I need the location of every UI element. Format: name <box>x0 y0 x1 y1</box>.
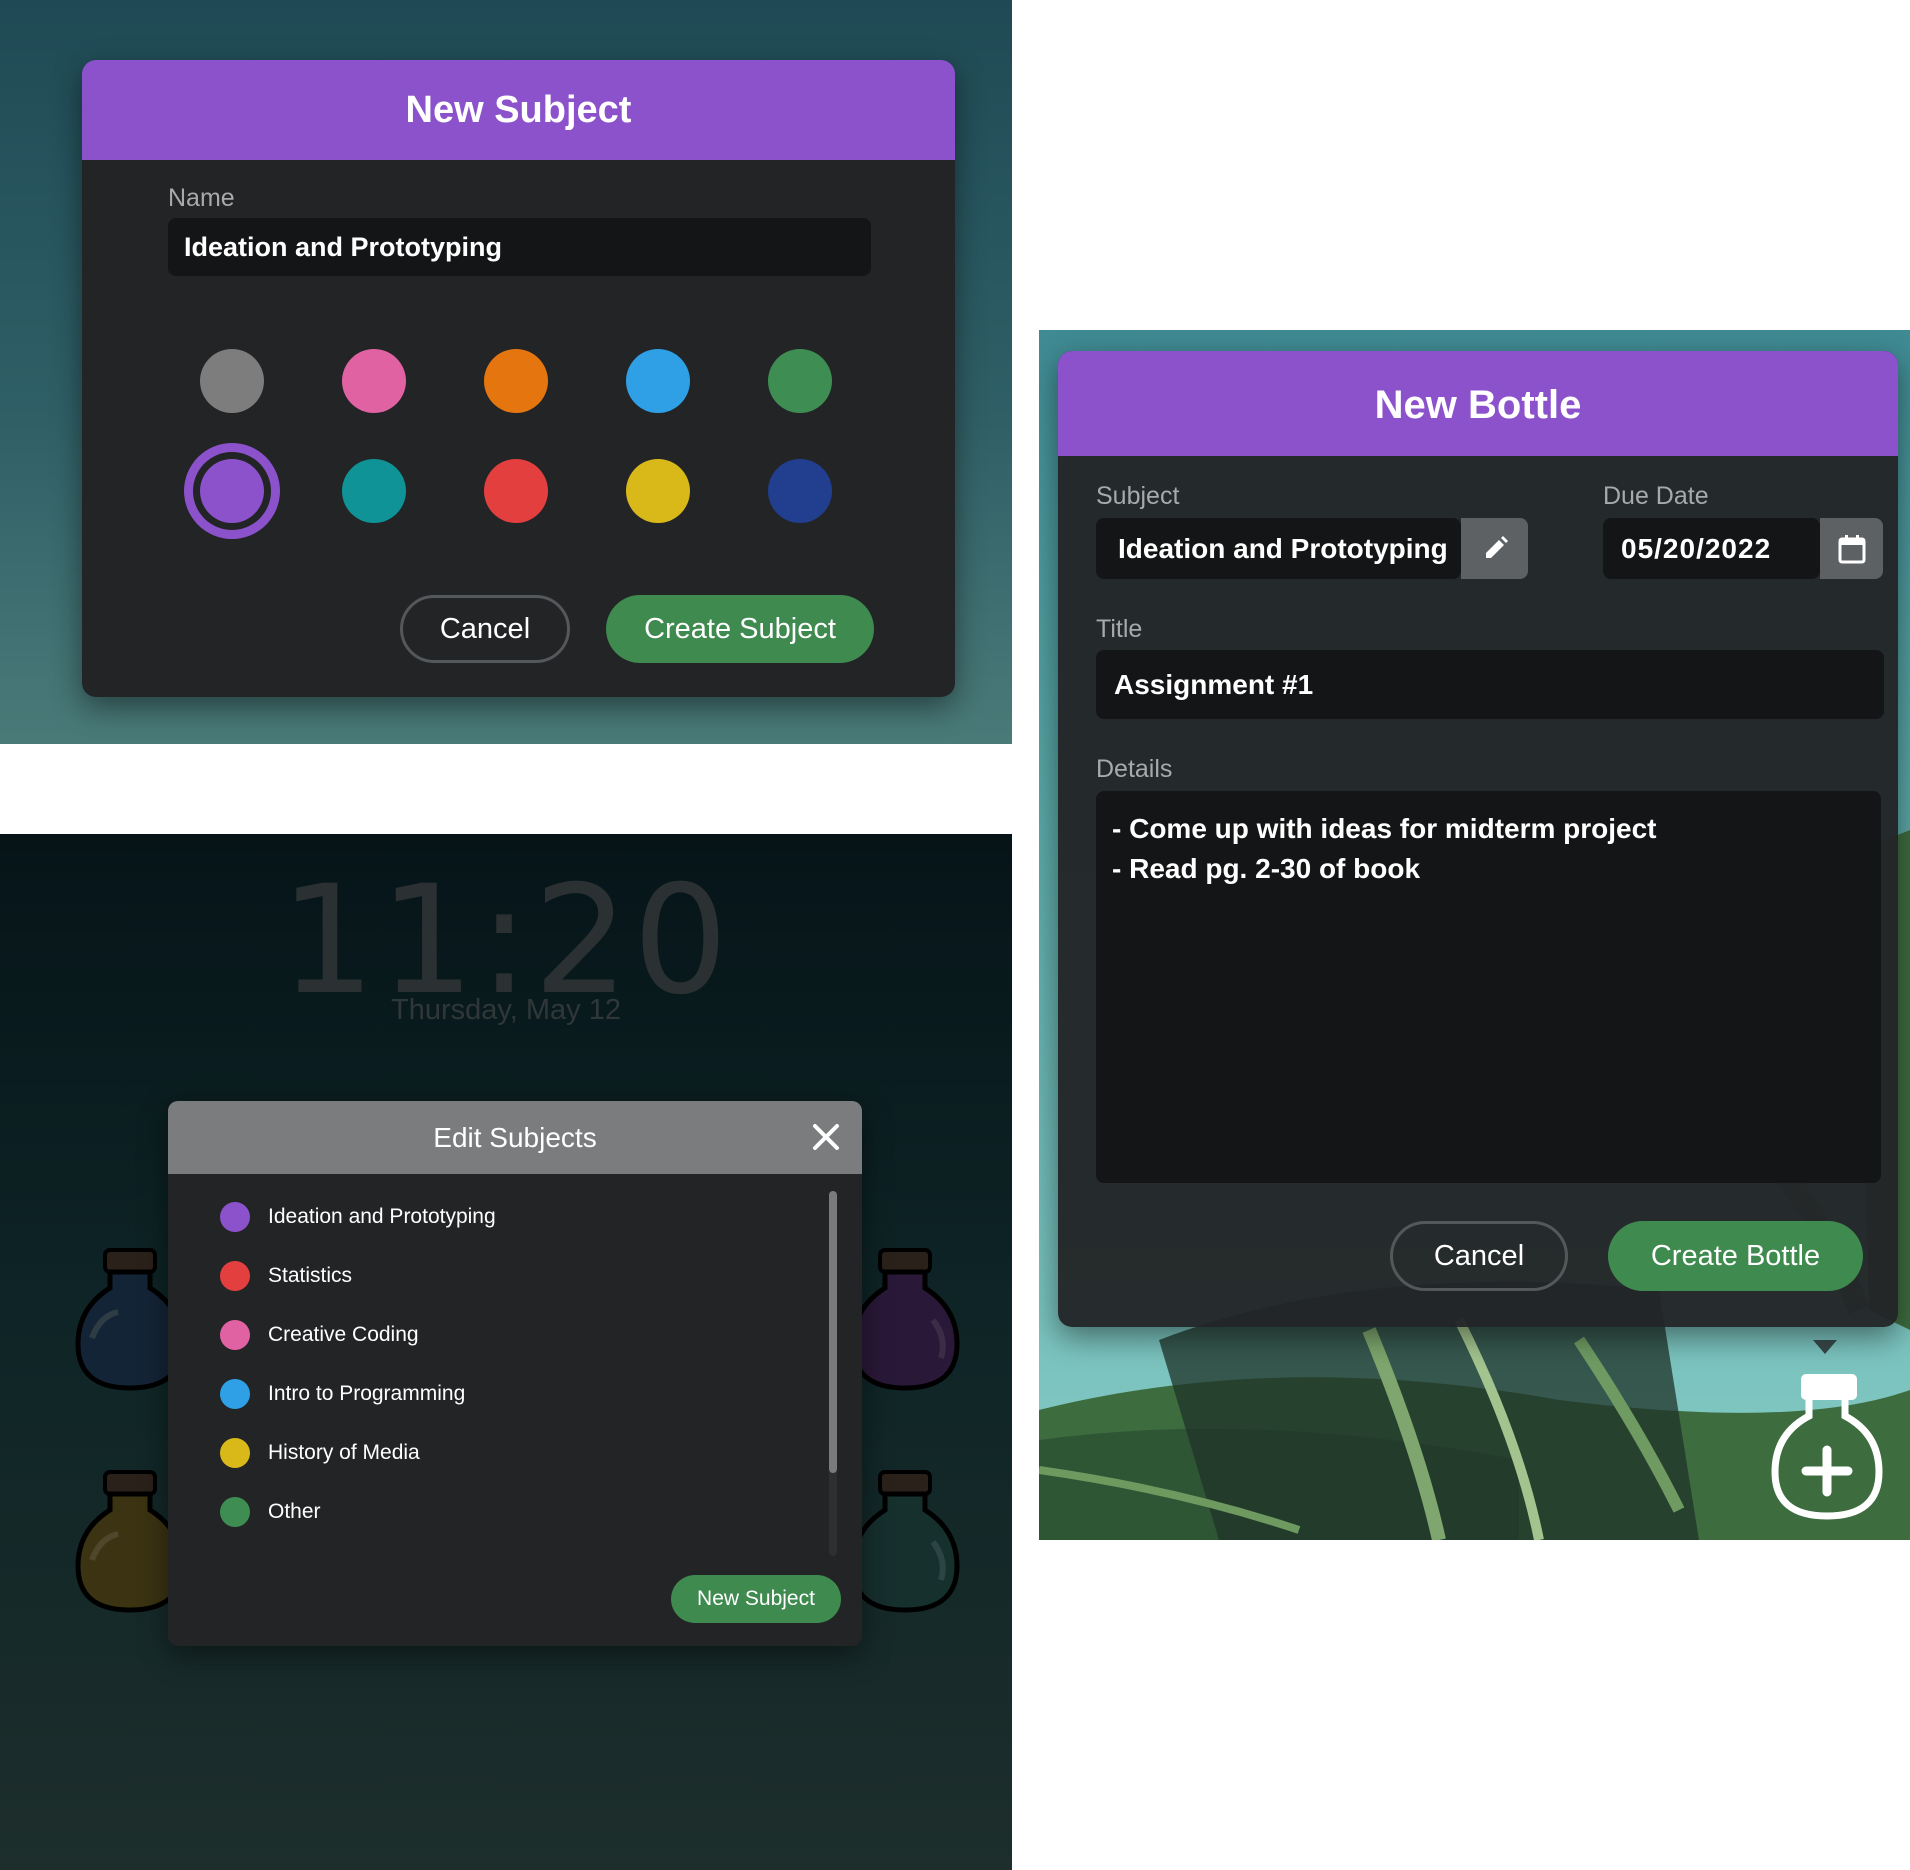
list-item[interactable]: Statistics <box>220 1256 352 1296</box>
details-line: - Come up with ideas for midterm project <box>1112 813 1657 844</box>
list-item[interactable]: Ideation and Prototyping <box>220 1197 496 1237</box>
jar-icon <box>850 1470 960 1613</box>
subject-label: Statistics <box>268 1264 353 1287</box>
edit-subjects-panel: 11:20 Thursday, May 12 Edit Subjects Ide… <box>0 834 1012 1870</box>
title-label: Title <box>1096 615 1143 643</box>
new-subject-panel: New Subject Name Ideation and Prototypin… <box>0 0 1012 744</box>
subject-label: Creative Coding <box>268 1323 419 1346</box>
new-subject-dialog: New Subject Name Ideation and Prototypin… <box>82 60 955 697</box>
scrollbar-thumb[interactable] <box>829 1191 837 1473</box>
dialog-title: New Subject <box>82 60 955 160</box>
subject-color-dot <box>220 1320 250 1350</box>
subject-color-dot <box>220 1379 250 1409</box>
jar-icon <box>850 1248 960 1391</box>
subject-label: Other <box>268 1500 321 1523</box>
color-swatch-purple[interactable] <box>200 459 264 523</box>
name-label: Name <box>168 184 235 212</box>
list-item[interactable]: Intro to Programming <box>220 1374 465 1414</box>
due-date-field[interactable]: 05/20/2022 <box>1603 518 1820 579</box>
color-swatch-yellow[interactable] <box>626 459 690 523</box>
name-field[interactable]: Ideation and Prototyping <box>168 218 871 276</box>
subject-label: Subject <box>1096 482 1180 510</box>
list-item[interactable]: Other <box>220 1492 321 1532</box>
details-label: Details <box>1096 755 1173 783</box>
edit-subject-button[interactable] <box>1461 518 1528 579</box>
list-item[interactable]: History of Media <box>220 1433 420 1473</box>
subject-color-dot <box>220 1202 250 1232</box>
list-item[interactable]: Creative Coding <box>220 1315 419 1355</box>
title-field[interactable]: Assignment #1 <box>1096 650 1884 719</box>
edit-subjects-dialog: Edit Subjects Ideation and Prototyping S… <box>168 1101 862 1646</box>
calendar-button[interactable] <box>1820 518 1883 579</box>
dialog-title: New Bottle <box>1058 351 1898 456</box>
subject-field[interactable]: Ideation and Prototyping <box>1096 518 1461 579</box>
clock-date: Thursday, May 12 <box>391 994 621 1026</box>
cancel-button[interactable]: Cancel <box>1390 1221 1568 1291</box>
add-bottle-icon[interactable] <box>1765 1332 1890 1524</box>
close-icon[interactable] <box>812 1123 840 1151</box>
new-bottle-dialog: New Bottle Subject Ideation and Prototyp… <box>1058 351 1898 1327</box>
subject-color-dot <box>220 1261 250 1291</box>
details-line: - Read pg. 2-30 of book <box>1112 853 1421 884</box>
dialog-title: Edit Subjects <box>433 1122 597 1153</box>
color-swatch-green[interactable] <box>768 349 832 413</box>
calendar-icon <box>1838 534 1865 563</box>
pencil-icon <box>1485 535 1508 558</box>
new-bottle-panel: New Bottle Subject Ideation and Prototyp… <box>1039 330 1910 1540</box>
color-swatch-blue[interactable] <box>626 349 690 413</box>
color-swatch-gray[interactable] <box>200 349 264 413</box>
cancel-button[interactable]: Cancel <box>400 595 570 663</box>
due-date-label: Due Date <box>1603 482 1709 510</box>
color-swatch-pink[interactable] <box>342 349 406 413</box>
details-field[interactable]: - Come up with ideas for midterm project… <box>1096 791 1881 1183</box>
color-swatch-red[interactable] <box>484 459 548 523</box>
color-swatch-orange[interactable] <box>484 349 548 413</box>
subject-label: Intro to Programming <box>268 1382 466 1405</box>
color-swatch-teal[interactable] <box>342 459 406 523</box>
subject-label: History of Media <box>268 1441 420 1464</box>
color-swatch-navy[interactable] <box>768 459 832 523</box>
create-bottle-button[interactable]: Create Bottle <box>1608 1221 1863 1291</box>
subject-color-dot <box>220 1497 250 1527</box>
subject-label: Ideation and Prototyping <box>268 1205 496 1228</box>
subject-color-dot <box>220 1438 250 1468</box>
create-subject-button[interactable]: Create Subject <box>606 595 874 663</box>
new-subject-button[interactable]: New Subject <box>671 1575 841 1623</box>
